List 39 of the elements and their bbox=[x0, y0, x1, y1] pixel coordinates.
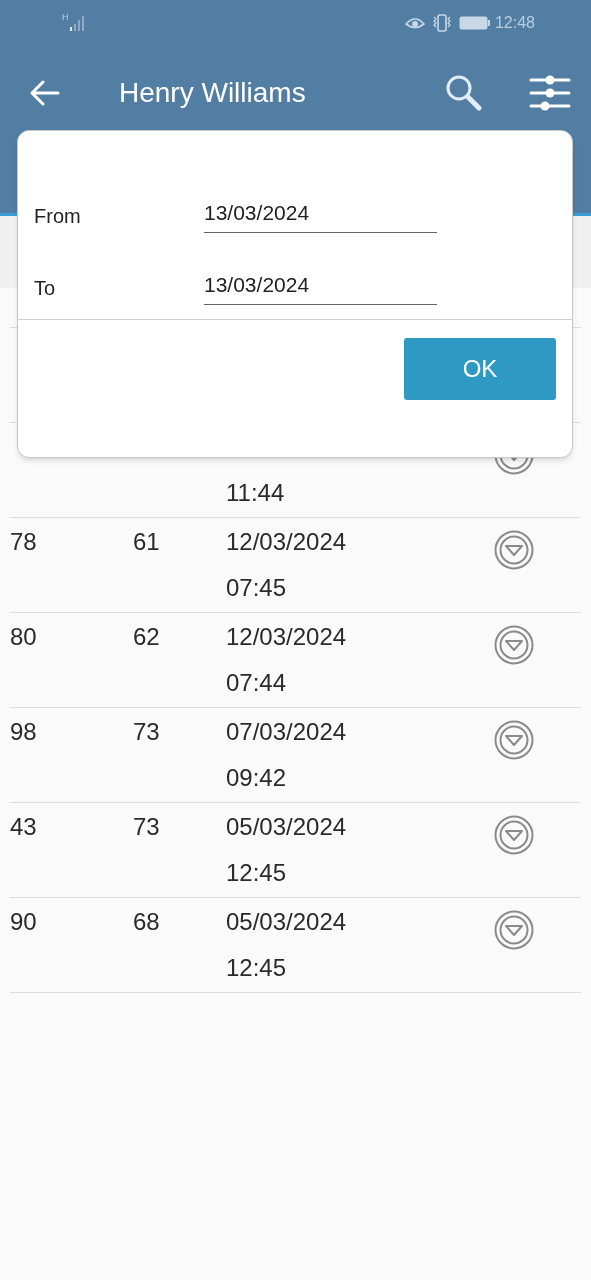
time-cell-text: 07:44 bbox=[226, 668, 288, 698]
date-cell-text: 12/03/2024 bbox=[226, 527, 348, 557]
date-field[interactable]: 13/03/2024 bbox=[204, 197, 437, 233]
table-cell: 73 bbox=[133, 718, 160, 745]
time-cell-text: 07:45 bbox=[226, 573, 288, 603]
date-cell-text: 07/03/2024 bbox=[226, 717, 348, 747]
dropdown-circle-icon[interactable] bbox=[494, 720, 534, 760]
eye-icon bbox=[404, 15, 425, 30]
toolbar-title: Henry Williams bbox=[119, 75, 306, 110]
dropdown-circle-icon[interactable] bbox=[494, 625, 534, 665]
date-cell-text: 05/03/2024 bbox=[226, 907, 348, 937]
table-cell: 90 bbox=[10, 908, 37, 935]
dropdown-circle-icon[interactable] bbox=[494, 815, 534, 855]
table-cell: 43 bbox=[10, 813, 37, 840]
network-label: H bbox=[62, 10, 69, 24]
table-cell: 68 bbox=[133, 908, 160, 935]
back-arrow-icon[interactable] bbox=[30, 79, 60, 106]
date-field[interactable]: 13/03/2024 bbox=[204, 269, 437, 305]
dropdown-circle-icon[interactable] bbox=[494, 530, 534, 570]
table-cell: 61 bbox=[133, 528, 160, 555]
field-label: To bbox=[34, 276, 57, 301]
time-cell-text: 12:45 bbox=[226, 858, 288, 888]
table-cell: 78 bbox=[10, 528, 37, 555]
time-cell-text: 12:45 bbox=[226, 953, 288, 983]
time-cell-text: 09:42 bbox=[226, 763, 288, 793]
date-cell-text: 12/03/2024 bbox=[226, 622, 348, 652]
table-cell: 80 bbox=[10, 623, 37, 650]
time-cell-text: 11:44 bbox=[226, 478, 286, 508]
table-cell: 73 bbox=[133, 813, 160, 840]
search-icon[interactable] bbox=[445, 73, 483, 112]
clock: 12:48 bbox=[494, 12, 535, 33]
date-cell-text: 05/03/2024 bbox=[226, 812, 348, 842]
dropdown-circle-icon[interactable] bbox=[494, 910, 534, 950]
filter-sliders-icon[interactable] bbox=[529, 74, 571, 111]
table-cell: 62 bbox=[133, 623, 160, 650]
signal-icon bbox=[69, 14, 86, 31]
battery-icon bbox=[458, 15, 491, 30]
field-label: From bbox=[34, 204, 82, 229]
table-cell: 98 bbox=[10, 718, 37, 745]
